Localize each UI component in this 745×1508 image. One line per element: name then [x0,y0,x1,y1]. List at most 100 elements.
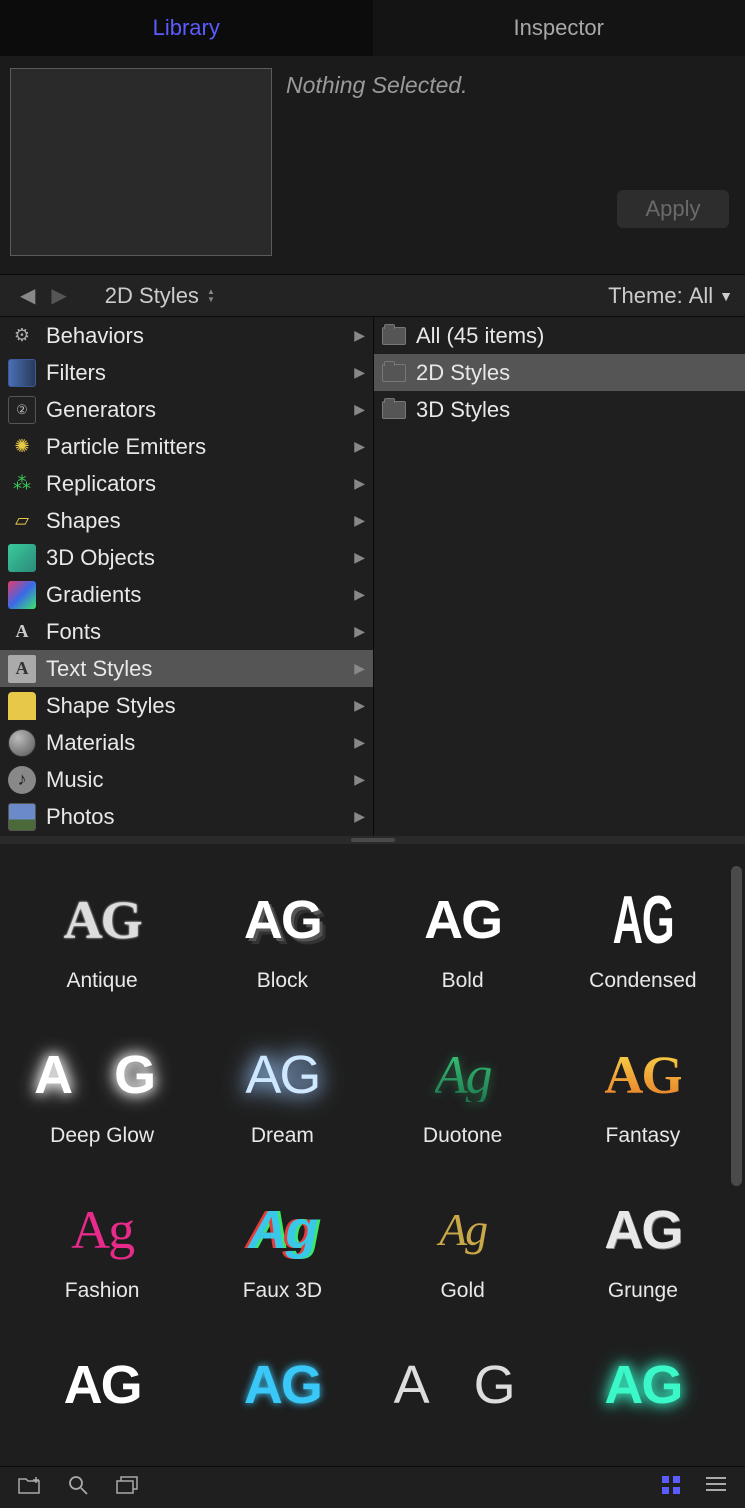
nav-forward-icon[interactable]: ▶ [43,283,74,308]
tab-library[interactable]: Library [0,0,373,56]
folder-icon [382,327,406,345]
disclosure-icon: ▶ [354,401,365,418]
category-behaviors[interactable]: ⚙Behaviors▶ [0,317,373,354]
style-thumbnail: A G [27,1027,177,1122]
styles-grid-area: AGAntiqueAGBlockAGBoldAGCondensedA GDeep… [0,844,745,1466]
category-shape-styles[interactable]: Shape Styles▶ [0,687,373,724]
style-label: Antique [67,969,138,993]
style-item[interactable]: AG [18,1337,186,1434]
folder-icon [382,364,406,382]
search-icon[interactable] [68,1475,88,1501]
style-label: Gold [440,1279,484,1303]
category-particle-emitters[interactable]: ✺Particle Emitters▶ [0,428,373,465]
style-label: Fantasy [606,1124,681,1148]
disclosure-icon: ▶ [354,697,365,714]
theme-filter[interactable]: Theme: All ▼ [608,283,733,309]
browser-columns: ⚙Behaviors▶Filters▶ ② Generators ▶ ✺Particle… [0,316,745,836]
disclosure-icon: ▶ [354,549,365,566]
style-grunge[interactable]: AGGrunge [559,1182,727,1303]
category-3d-objects[interactable]: 3D Objects ▶ [0,539,373,576]
style-gold[interactable]: AgGold [379,1182,547,1303]
disclosure-icon: ▶ [354,475,365,492]
bottom-toolbar [0,1466,745,1508]
stack-icon[interactable] [116,1476,138,1500]
styles-grid: AGAntiqueAGBlockAGBoldAGCondensedA GDeep… [18,872,727,1434]
gear-icon: ⚙ [8,322,36,350]
pane-divider[interactable] [0,836,745,844]
style-label: Condensed [589,969,696,993]
style-thumbnail: Ag [388,1182,538,1277]
category-label: Replicators [46,471,156,497]
category-label: Gradients [46,582,141,608]
style-thumbnail: Ag [207,1182,357,1277]
style-item[interactable]: AG [198,1337,366,1434]
style-thumbnail: AG [568,1027,718,1122]
category-label: Shapes [46,508,121,534]
style-label: Faux 3D [243,1279,322,1303]
style-label: Deep Glow [50,1124,154,1148]
style-thumbnail: AG [568,1182,718,1277]
category-replicators[interactable]: ⁂Replicators▶ [0,465,373,502]
generators-icon: ② [8,396,36,424]
style-faux-3d[interactable]: AgFaux 3D [198,1182,366,1303]
style-duotone[interactable]: AgDuotone [379,1027,547,1148]
style-thumbnail: AG [27,1337,177,1432]
scrollbar[interactable] [731,866,742,1186]
filmstrip-icon [8,359,36,387]
style-thumbnail: AG [388,872,538,967]
category-generators[interactable]: ② Generators ▶ [0,391,373,428]
grid-view-icon[interactable] [661,1475,681,1501]
path-dropdown[interactable]: 2D Styles ▲▼ [105,283,215,309]
subfolder-2d-styles[interactable]: 2D Styles [374,354,745,391]
subfolder-3d-styles[interactable]: 3D Styles [374,391,745,428]
apply-button[interactable]: Apply [617,190,729,228]
list-view-icon[interactable] [705,1475,727,1501]
category-label: Text Styles [46,656,152,682]
shapes-icon: ▱ [8,507,36,535]
photos-icon [8,803,36,831]
style-thumbnail: AG [207,1337,357,1432]
category-photos[interactable]: Photos▶ [0,798,373,835]
new-folder-icon[interactable] [18,1476,40,1500]
style-deep-glow[interactable]: A GDeep Glow [18,1027,186,1148]
fonts-icon: A [8,618,36,646]
style-label: Duotone [423,1124,502,1148]
style-fantasy[interactable]: AGFantasy [559,1027,727,1148]
tab-inspector[interactable]: Inspector [373,0,745,56]
category-fonts[interactable]: AFonts▶ [0,613,373,650]
subfolder-label: 3D Styles [416,397,510,423]
style-dream[interactable]: AGDream [198,1027,366,1148]
subfolder-column: All (45 items) 2D Styles 3D Styles [374,317,745,836]
style-label: Block [257,969,308,993]
category-text-styles[interactable]: AText Styles▶ [0,650,373,687]
style-thumbnail: Ag [27,1182,177,1277]
style-antique[interactable]: AGAntique [18,872,186,993]
category-label: 3D Objects [46,545,155,571]
style-condensed[interactable]: AGCondensed [559,872,727,993]
style-item[interactable]: AG [559,1337,727,1434]
style-thumbnail: Ag [388,1027,538,1122]
category-music[interactable]: ♪Music▶ [0,761,373,798]
style-thumbnail: A G [388,1337,538,1432]
style-label: Dream [251,1124,314,1148]
category-label: Photos [46,804,115,830]
subfolder-label: 2D Styles [416,360,510,386]
style-block[interactable]: AGBlock [198,872,366,993]
style-thumbnail: AG [207,1027,357,1122]
disclosure-icon: ▶ [354,512,365,529]
path-stepper-icon: ▲▼ [207,288,215,304]
category-materials[interactable]: Materials▶ [0,724,373,761]
nav-back-icon[interactable]: ◀ [12,283,43,308]
materials-icon [8,729,36,757]
style-item[interactable]: A G [379,1337,547,1434]
category-label: Generators [46,397,156,423]
style-bold[interactable]: AGBold [379,872,547,993]
textstyles-icon: A [8,655,36,683]
style-thumbnail: AG [568,872,718,967]
category-filters[interactable]: Filters▶ [0,354,373,391]
subfolder-all-45-items-[interactable]: All (45 items) [374,317,745,354]
category-shapes[interactable]: ▱ Shapes ▶ [0,502,373,539]
disclosure-icon: ▶ [354,734,365,751]
category-gradients[interactable]: Gradients▶ [0,576,373,613]
style-fashion[interactable]: AgFashion [18,1182,186,1303]
